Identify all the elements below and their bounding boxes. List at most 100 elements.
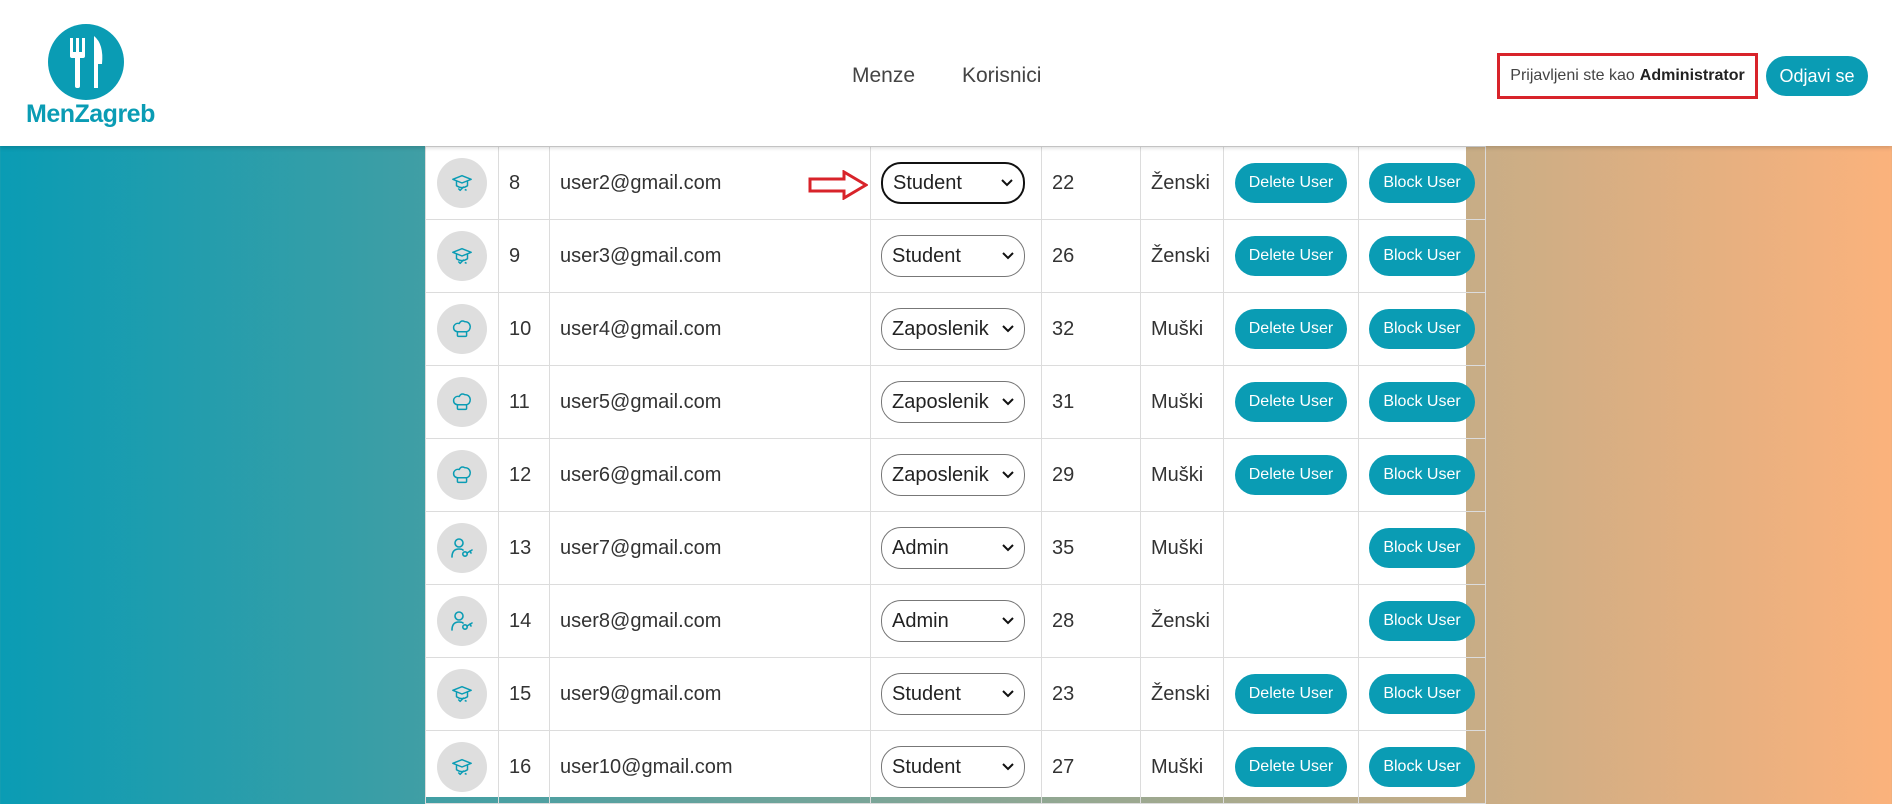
chevron-down-icon	[1002, 617, 1014, 625]
avatar-cell	[425, 365, 499, 439]
logout-button[interactable]: Odjavi se	[1766, 56, 1868, 96]
chevron-down-icon	[1002, 763, 1014, 771]
user-id: 8	[498, 146, 550, 220]
chef-hat-icon	[437, 304, 487, 354]
user-age: 23	[1041, 657, 1141, 731]
table-row: 16 user10@gmail.com Student 27 Muški Delete U…	[425, 730, 1486, 804]
chef-hat-icon	[437, 450, 487, 500]
logged-in-prefix: Prijavljeni ste kao	[1510, 67, 1635, 84]
user-email: user6@gmail.com	[549, 438, 871, 512]
delete-cell: Delete User	[1223, 292, 1359, 366]
logo-circle	[48, 24, 124, 100]
block-cell: Block User	[1358, 730, 1486, 804]
role-select[interactable]: Student	[881, 162, 1025, 204]
role-select[interactable]: Zaposlenik	[881, 454, 1025, 496]
graduation-cap-icon	[437, 231, 487, 281]
delete-user-button[interactable]: Delete User	[1234, 674, 1348, 714]
user-email: user7@gmail.com	[549, 511, 871, 585]
block-user-button[interactable]: Block User	[1369, 236, 1475, 276]
table-row: 8 user2@gmail.com Student 22 Ženski Delete Us…	[425, 146, 1486, 220]
avatar-cell	[425, 292, 499, 366]
chevron-down-icon	[1002, 690, 1014, 698]
role-select-value: Admin	[892, 609, 949, 632]
user-id: 11	[498, 365, 550, 439]
role-cell: Student	[870, 146, 1042, 220]
block-cell: Block User	[1358, 292, 1486, 366]
user-email: user3@gmail.com	[549, 219, 871, 293]
avatar-cell	[425, 730, 499, 804]
role-select[interactable]: Student	[881, 235, 1025, 277]
user-id: 10	[498, 292, 550, 366]
block-user-button[interactable]: Block User	[1369, 382, 1475, 422]
delete-user-button[interactable]: Delete User	[1234, 163, 1348, 203]
role-select[interactable]: Zaposlenik	[881, 381, 1025, 423]
role-cell: Student	[870, 219, 1042, 293]
block-user-button[interactable]: Block User	[1369, 674, 1475, 714]
avatar-cell	[425, 438, 499, 512]
delete-cell	[1223, 584, 1359, 658]
user-gender: Muški	[1140, 438, 1224, 512]
logged-in-role: Administrator	[1639, 67, 1745, 84]
role-cell: Zaposlenik	[870, 292, 1042, 366]
role-select[interactable]: Student	[881, 746, 1025, 788]
delete-cell: Delete User	[1223, 146, 1359, 220]
chevron-down-icon	[1002, 252, 1014, 260]
user-key-icon	[437, 596, 487, 646]
table-row: 14 user8@gmail.com Admin 28 Ženski Block User	[425, 584, 1486, 658]
role-select-value: Admin	[892, 536, 949, 559]
user-gender: Ženski	[1140, 584, 1224, 658]
users-table: 8 user2@gmail.com Student 22 Ženski Delete Us…	[425, 146, 1486, 804]
nav-menze[interactable]: Menze	[852, 64, 915, 88]
block-cell: Block User	[1358, 657, 1486, 731]
block-user-button[interactable]: Block User	[1369, 528, 1475, 568]
user-age: 27	[1041, 730, 1141, 804]
user-email: user8@gmail.com	[549, 584, 871, 658]
block-cell: Block User	[1358, 511, 1486, 585]
role-cell: Student	[870, 730, 1042, 804]
role-select[interactable]: Admin	[881, 600, 1025, 642]
role-select[interactable]: Student	[881, 673, 1025, 715]
logged-in-status: Prijavljeni ste kao Administrator	[1497, 53, 1758, 99]
block-cell: Block User	[1358, 365, 1486, 439]
delete-user-button[interactable]: Delete User	[1234, 309, 1348, 349]
block-user-button[interactable]: Block User	[1369, 309, 1475, 349]
role-select-value: Student	[893, 171, 962, 194]
red-arrow-annotation	[808, 170, 868, 200]
role-select[interactable]: Zaposlenik	[881, 308, 1025, 350]
role-select-value: Student	[892, 244, 961, 267]
role-select[interactable]: Admin	[881, 527, 1025, 569]
table-row: 10 user4@gmail.com Zaposlenik 32 Muški Delete…	[425, 292, 1486, 366]
user-age: 35	[1041, 511, 1141, 585]
avatar-cell	[425, 657, 499, 731]
user-email: user10@gmail.com	[549, 730, 871, 804]
block-user-button[interactable]: Block User	[1369, 601, 1475, 641]
user-gender: Ženski	[1140, 657, 1224, 731]
role-select-value: Zaposlenik	[892, 317, 989, 340]
user-key-icon	[437, 523, 487, 573]
block-user-button[interactable]: Block User	[1369, 455, 1475, 495]
delete-user-button[interactable]: Delete User	[1234, 236, 1348, 276]
logo[interactable]: MenZagreb	[26, 22, 155, 132]
block-cell: Block User	[1358, 438, 1486, 512]
graduation-cap-icon	[437, 669, 487, 719]
chevron-down-icon	[1002, 398, 1014, 406]
block-user-button[interactable]: Block User	[1369, 747, 1475, 787]
table-row: 13 user7@gmail.com Admin 35 Muški Block User	[425, 511, 1486, 585]
user-gender: Muški	[1140, 511, 1224, 585]
delete-user-button[interactable]: Delete User	[1234, 455, 1348, 495]
block-cell: Block User	[1358, 584, 1486, 658]
header: MenZagreb Menze Korisnici Prijavljeni st…	[0, 0, 1892, 146]
role-select-value: Student	[892, 682, 961, 705]
user-age: 32	[1041, 292, 1141, 366]
chevron-down-icon	[1002, 471, 1014, 479]
delete-user-button[interactable]: Delete User	[1234, 747, 1348, 787]
delete-user-button[interactable]: Delete User	[1234, 382, 1348, 422]
logo-text: MenZagreb	[26, 100, 155, 128]
table-row: 12 user6@gmail.com Zaposlenik 29 Muški Delete…	[425, 438, 1486, 512]
table-row: 11 user5@gmail.com Zaposlenik 31 Muški Delete…	[425, 365, 1486, 439]
nav-korisnici[interactable]: Korisnici	[962, 64, 1041, 88]
avatar-cell	[425, 146, 499, 220]
delete-cell: Delete User	[1223, 438, 1359, 512]
delete-cell: Delete User	[1223, 219, 1359, 293]
block-user-button[interactable]: Block User	[1369, 163, 1475, 203]
